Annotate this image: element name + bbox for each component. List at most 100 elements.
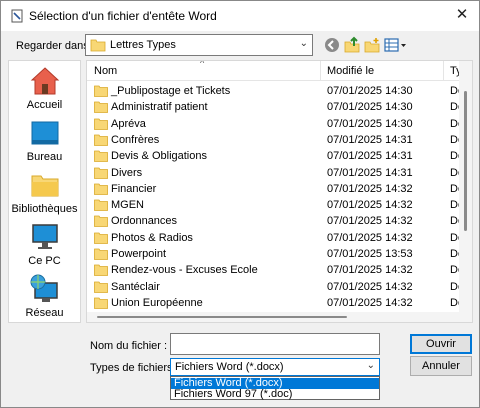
folder-icon (94, 183, 108, 195)
app-icon (11, 9, 23, 23)
file-modified: 07/01/2025 14:30 (327, 101, 413, 114)
file-row[interactable]: Photos & Radios07/01/2025 14:32Dossier (87, 230, 462, 246)
file-modified: 07/01/2025 14:31 (327, 133, 413, 146)
place-label: Bibliothèques (11, 203, 78, 215)
file-name: Confrères (111, 133, 160, 146)
title-bar: Sélection d'un fichier d'entête Word ✕ (1, 1, 479, 31)
computer-icon (31, 224, 58, 249)
look-in-label: Regarder dans : (16, 40, 95, 52)
column-header-name[interactable]: Nom (94, 61, 117, 81)
file-name: Devis & Obligations (111, 150, 207, 163)
file-modified: 07/01/2025 14:32 (327, 215, 413, 228)
file-modified: 07/01/2025 14:32 (327, 182, 413, 195)
file-name: Ordonnances (111, 215, 178, 228)
cancel-button[interactable]: Annuler (410, 356, 472, 376)
file-name: Santéclair (111, 280, 160, 293)
file-list[interactable]: Nom ^ Modifié le Ty _Publipostage et Tic… (86, 60, 473, 323)
column-header-row: Nom ^ Modifié le Ty (87, 61, 472, 81)
place-label: Bureau (26, 151, 63, 163)
folder-icon (94, 199, 108, 211)
window-title: Sélection d'un fichier d'entête Word (29, 9, 217, 23)
place-reseau[interactable]: Réseau (9, 273, 80, 319)
file-name: Union Européenne (111, 296, 203, 309)
file-row[interactable]: Administratif patient07/01/2025 14:30Dos… (87, 99, 462, 115)
scrollbar-thumb[interactable] (97, 316, 347, 318)
file-row[interactable]: _Publipostage et Tickets 07/01/2025 14:30… (87, 83, 462, 99)
folder-icon (94, 297, 108, 309)
file-row[interactable]: Financier07/01/2025 14:32Dossier (87, 181, 462, 197)
folder-icon (94, 118, 108, 130)
filetype-options-list: Fichiers Word (*.docx) Fichiers Word 97 … (170, 376, 380, 400)
back-icon[interactable] (323, 36, 341, 54)
file-modified: 07/01/2025 14:30 (327, 85, 413, 97)
folder-icon (94, 215, 108, 228)
scrollbar-thumb[interactable] (464, 91, 467, 231)
file-name: _Publipostage et Tickets (111, 85, 231, 97)
file-row[interactable]: Devis & Obligations07/01/2025 14:31Dossi… (87, 148, 462, 164)
folder-icon (94, 232, 108, 244)
file-modified: 07/01/2025 14:32 (327, 199, 413, 212)
open-button[interactable]: Ouvrir (410, 334, 472, 354)
desktop-icon (31, 121, 58, 145)
file-row[interactable]: Santéclair07/01/2025 14:32Dossier (87, 279, 462, 295)
chevron-down-icon: ⌄ (366, 360, 375, 371)
file-name: Powerpoint (111, 248, 167, 260)
home-icon (30, 67, 59, 95)
file-modified: 07/01/2025 13:53 (327, 248, 413, 260)
view-menu-icon[interactable] (383, 36, 407, 54)
network-icon (30, 274, 58, 302)
file-open-dialog: Sélection d'un fichier d'entête Word ✕ R… (0, 0, 480, 408)
place-bureau[interactable]: Bureau (9, 117, 80, 163)
file-modified: 07/01/2025 14:32 (327, 280, 413, 293)
file-modified: 07/01/2025 14:31 (327, 150, 413, 163)
folder-icon (94, 134, 108, 146)
file-row[interactable]: Powerpoint07/01/2025 13:53Dossier (87, 246, 462, 262)
chevron-down-icon: ⌄ (299, 38, 308, 49)
folder-icon (94, 167, 108, 179)
new-folder-icon[interactable] (363, 36, 381, 54)
file-row[interactable]: Union Européenne07/01/2025 14:32Dossier (87, 295, 462, 311)
place-accueil[interactable]: Accueil (9, 65, 80, 111)
file-modified: 07/01/2025 14:32 (327, 296, 413, 309)
places-bar: Accueil Bureau Bibliothèques Ce PC Résea… (8, 60, 81, 323)
file-row[interactable]: Ordonnances07/01/2025 14:32Dossier (87, 213, 462, 229)
file-row[interactable]: Confrères07/01/2025 14:31Dossier (87, 132, 462, 148)
column-header-modified[interactable]: Modifié le (327, 61, 374, 81)
file-name: Rendez-vous - Excuses Ecole (111, 264, 258, 277)
column-divider[interactable] (320, 61, 321, 81)
file-modified: 07/01/2025 14:30 (327, 117, 413, 130)
folder-icon (94, 281, 108, 293)
place-ce-pc[interactable]: Ce PC (9, 221, 80, 267)
look-in-value: Lettres Types (110, 39, 176, 51)
horizontal-scrollbar[interactable] (87, 312, 459, 322)
file-name: Financier (111, 182, 157, 195)
file-row[interactable]: Divers07/01/2025 14:31Dossier (87, 165, 462, 181)
file-row[interactable]: MGEN07/01/2025 14:32Dossier (87, 197, 462, 213)
file-row[interactable]: Rendez-vous - Excuses Ecole 07/01/2025 14… (87, 262, 462, 278)
filetype-option-doc[interactable]: Fichiers Word 97 (*.doc) (171, 389, 379, 400)
folder-icon (94, 85, 108, 97)
place-label: Réseau (25, 307, 64, 319)
up-folder-icon[interactable] (343, 36, 361, 54)
file-modified: 07/01/2025 14:31 (327, 166, 413, 179)
file-modified: 07/01/2025 14:32 (327, 231, 413, 244)
column-divider[interactable] (443, 61, 444, 81)
place-bibliotheques[interactable]: Bibliothèques (9, 169, 80, 215)
sort-ascending-icon: ^ (200, 60, 205, 68)
look-in-dropdown[interactable]: Lettres Types ⌄ (85, 34, 313, 56)
filetype-dropdown[interactable]: Fichiers Word (*.docx) ⌄ (170, 358, 380, 376)
libraries-icon (31, 175, 58, 197)
place-label: Ce PC (28, 255, 61, 267)
vertical-scrollbar[interactable] (459, 61, 472, 322)
file-name: Divers (111, 166, 143, 179)
close-button[interactable]: ✕ (451, 5, 473, 25)
folder-icon (94, 101, 108, 114)
file-modified: 07/01/2025 14:32 (327, 264, 413, 277)
file-name: Photos & Radios (111, 231, 193, 244)
file-row[interactable]: Apréva07/01/2025 14:30Dossier (87, 116, 462, 132)
folder-icon (94, 248, 108, 260)
filename-input[interactable] (170, 333, 380, 355)
filename-label: Nom du fichier : (90, 340, 168, 352)
folder-icon (94, 150, 108, 163)
place-label: Accueil (26, 99, 63, 111)
